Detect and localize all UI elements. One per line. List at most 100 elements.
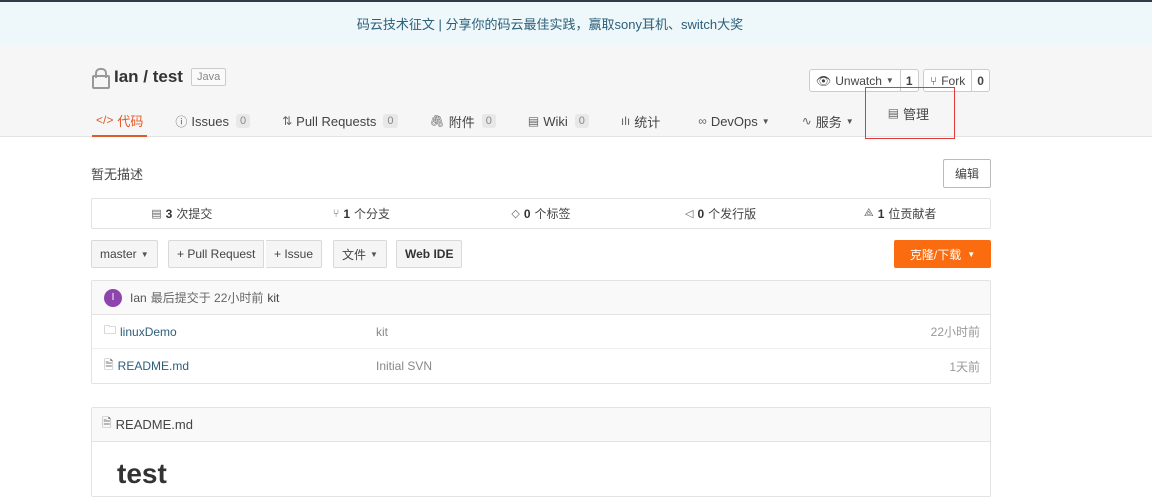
stat-number: 1 (343, 206, 351, 221)
new-issue-button[interactable]: + Issue (266, 240, 323, 268)
file-menu-button[interactable]: 文件 ▼ (333, 240, 387, 268)
file-name[interactable]: README.md (118, 359, 189, 373)
stat-releases[interactable]: ◁ 0 个发行版 (631, 205, 811, 222)
repo-tabs: </> 代码 ⓘ Issues 0 ⇅ Pull Requests 0 🖇 附件… (92, 87, 978, 139)
tab-label: 统计 (634, 114, 661, 130)
stat-tags[interactable]: ◇ 0 个标签 (451, 205, 631, 222)
avatar[interactable]: I (104, 288, 122, 307)
tab-pull-requests[interactable]: ⇅ Pull Requests 0 (278, 105, 401, 137)
fork-label: Fork (941, 73, 966, 88)
tab-label: 代码 (117, 113, 144, 129)
readme-heading: test (117, 458, 167, 489)
stat-label: 个发行版 (708, 207, 757, 221)
tab-count: 0 (574, 114, 589, 128)
stat-label: 个标签 (534, 207, 571, 221)
tab-issues[interactable]: ⓘ Issues 0 (171, 105, 254, 137)
tab-stats[interactable]: ılı 统计 (617, 105, 664, 137)
tab-label: Issues (191, 113, 229, 129)
service-icon: ∿ (801, 114, 812, 128)
stat-contributors[interactable]: ⟁ 1 位贡献者 (810, 205, 990, 222)
stat-label: 个分支 (354, 207, 391, 221)
fork-icon: ⑂ (930, 73, 938, 88)
description-row: 暂无描述 编辑 (91, 159, 991, 188)
stat-label: 次提交 (176, 207, 213, 221)
commit-time: 最后提交于 22小时前 (150, 291, 264, 305)
repo-name[interactable]: Ian / test (114, 67, 183, 87)
file-time: 22小时前 (930, 325, 980, 339)
readme-panel: 🗎 README.md test (91, 407, 991, 497)
fork-count[interactable]: 0 (972, 70, 989, 91)
watch-label: Unwatch (835, 73, 882, 88)
tab-count: 0 (481, 114, 496, 128)
file-commit-message[interactable]: Initial SVN (376, 359, 432, 373)
chevron-down-icon: ▼ (845, 116, 854, 126)
pull-request-icon: ⇅ (282, 114, 293, 128)
stat-branches[interactable]: ⑂ 1 个分支 (272, 205, 452, 222)
readme-header: 🗎 README.md (92, 408, 990, 442)
tab-label: Pull Requests (296, 113, 377, 129)
commit-icon: ▤ (151, 208, 162, 220)
repo-description: 暂无描述 (91, 167, 144, 182)
lock-icon (92, 68, 110, 89)
tab-count: 0 (235, 114, 251, 128)
file-list: I Ian 最后提交于 22小时前 kit 🗀 linuxDemo kit 22… (91, 280, 991, 384)
branch-icon: ⑂ (332, 207, 340, 220)
banner-text[interactable]: 码云技术征文 | 分享你的码云最佳实践，赢取sony耳机、switch大奖 (357, 14, 743, 33)
code-icon: </> (96, 113, 114, 127)
stat-number: 1 (877, 206, 885, 221)
issue-icon: ⓘ (175, 114, 188, 129)
tab-code[interactable]: </> 代码 (92, 105, 148, 137)
folder-icon: 🗀 (104, 323, 117, 337)
tab-label: 服务 (815, 114, 842, 130)
web-ide-button[interactable]: Web IDE (396, 240, 463, 268)
announcement-banner[interactable]: 码云技术征文 | 分享你的码云最佳实践，赢取sony耳机、switch大奖 (0, 0, 1152, 45)
repo-stats-bar: ▤ 3 次提交 ⑂ 1 个分支 ◇ 0 个标签 ◁ 0 个发行版 ⟁ 1 位贡献… (91, 198, 991, 229)
file-commit-message[interactable]: kit (376, 325, 388, 339)
new-pull-request-button[interactable]: + Pull Request (168, 240, 265, 268)
chevron-down-icon: ▼ (140, 249, 149, 259)
chart-icon: ılı (620, 114, 631, 128)
clone-download-button[interactable]: 克隆/下载 ▼ (894, 240, 991, 268)
table-row[interactable]: 🗎 README.md Initial SVN 1天前 (92, 349, 990, 383)
tab-devops[interactable]: ∞ DevOps ▼ (694, 105, 773, 137)
file-icon: 🗎 (102, 416, 112, 430)
tab-wiki[interactable]: ▤ Wiki 0 (524, 105, 593, 137)
edit-button[interactable]: 编辑 (942, 159, 991, 188)
last-commit-row: I Ian 最后提交于 22小时前 kit (92, 281, 990, 315)
repo-title: Ian / test Java (92, 67, 227, 89)
file-entry[interactable]: 🗎 README.md (104, 356, 189, 377)
chevron-down-icon: ▼ (885, 76, 894, 85)
readme-filename: README.md (115, 417, 193, 432)
stat-number: 0 (523, 206, 531, 221)
chevron-down-icon: ▼ (967, 249, 976, 259)
stat-commits[interactable]: ▤ 3 次提交 (92, 205, 272, 222)
branch-select[interactable]: master ▼ (91, 240, 158, 268)
tab-label: 附件 (448, 114, 475, 130)
wiki-icon: ▤ (527, 114, 540, 128)
file-entry[interactable]: 🗀 linuxDemo (104, 321, 177, 342)
table-row[interactable]: 🗀 linuxDemo kit 22小时前 (92, 315, 990, 349)
button-label: 克隆/下载 (909, 247, 962, 262)
tab-services[interactable]: ∿ 服务 ▼ (798, 105, 858, 137)
chevron-down-icon: ▼ (370, 249, 378, 259)
contributors-icon: ⟁ (863, 207, 874, 219)
repo-toolbar: master ▼ + Pull Request + Issue 文件 ▼ Web… (91, 240, 991, 268)
tab-manage[interactable]: ▤ 管理 (864, 87, 955, 139)
tag-icon: ◇ (511, 208, 520, 220)
tab-label: Wiki (543, 113, 568, 129)
chevron-down-icon: ▼ (761, 116, 770, 126)
tab-count: 0 (383, 114, 398, 128)
commit-message[interactable]: kit (267, 291, 279, 305)
stat-number: 3 (165, 206, 173, 221)
stat-number: 0 (697, 206, 705, 221)
tab-attachments[interactable]: 🖇 附件 0 (426, 105, 500, 137)
commit-author[interactable]: Ian (130, 291, 147, 305)
attachment-icon: 🖇 (429, 114, 445, 128)
file-name[interactable]: linuxDemo (120, 325, 177, 339)
file-time: 1天前 (949, 359, 980, 374)
language-badge: Java (190, 68, 227, 86)
button-label: + Issue (274, 247, 314, 261)
eye-icon: 👁 (816, 73, 832, 88)
manage-icon: ▤ (887, 106, 900, 120)
button-label: Web IDE (405, 247, 454, 261)
